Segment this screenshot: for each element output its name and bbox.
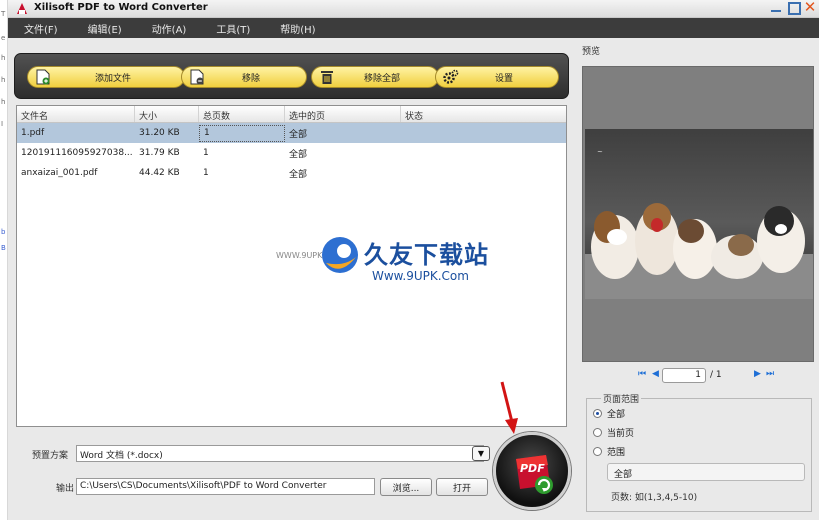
watermark-title: 久友下载站: [364, 241, 489, 269]
remove-all-label: 移除全部: [363, 73, 400, 84]
radio-button[interactable]: [593, 409, 602, 418]
desktop-background-strip: T e h h h I b B: [0, 0, 8, 520]
radio-current-page[interactable]: 当前页: [593, 426, 634, 439]
desktop-char: I: [1, 120, 4, 128]
output-path-field[interactable]: C:\Users\CS\Documents\Xilisoft\PDF to Wo…: [76, 478, 375, 495]
page-number-input[interactable]: 1: [662, 368, 706, 383]
gear-icon: [442, 68, 460, 86]
cell-filename: anxaizai_001.pdf: [21, 168, 98, 178]
cell-total-pages[interactable]: 1: [199, 148, 285, 158]
range-hint: 页数: 如(1,3,4,5-10): [611, 493, 698, 503]
cell-filename: 1.pdf: [21, 128, 45, 138]
radio-label: 当前页: [607, 429, 635, 439]
table-row[interactable]: 1.pdf 31.20 KB 1 全部: [17, 123, 566, 143]
column-header-size[interactable]: 大小: [135, 106, 199, 122]
page-total: / 1: [710, 370, 722, 380]
desktop-char: e: [1, 34, 6, 42]
radio-button[interactable]: [593, 447, 602, 456]
add-file-icon: [34, 68, 52, 86]
title-bar: Xilisoft PDF to Word Converter ✕: [8, 0, 819, 18]
svg-text:~: ~: [597, 148, 603, 156]
desktop-char: T: [1, 10, 6, 18]
desktop-char: h: [1, 54, 6, 62]
menu-tools[interactable]: 工具(T): [216, 21, 250, 36]
cell-selected-pages: 全部: [289, 129, 308, 140]
menu-file[interactable]: 文件(F): [24, 21, 58, 36]
maximize-icon[interactable]: [786, 0, 801, 15]
red-arrow-annotation: [500, 381, 518, 434]
menu-bar: 文件(F) 编辑(E) 动作(A) 工具(T) 帮助(H): [8, 18, 819, 38]
next-page-icon[interactable]: ▶: [754, 369, 761, 379]
desktop-char: b: [1, 228, 6, 236]
range-input[interactable]: 全部: [607, 463, 805, 481]
window-title: Xilisoft PDF to Word Converter: [34, 2, 208, 13]
convert-button[interactable]: PDF: [493, 432, 571, 510]
open-button[interactable]: 打开: [436, 478, 488, 496]
add-file-label: 添加文件: [94, 73, 131, 84]
close-icon[interactable]: ✕: [803, 0, 817, 15]
cell-selected-pages: 全部: [289, 149, 308, 160]
radio-all[interactable]: 全部: [593, 407, 625, 420]
table-row[interactable]: 120191116095927038... 31.79 KB 1 全部: [17, 143, 566, 163]
preset-select[interactable]: Word 文档 (*.docx): [76, 445, 484, 462]
desktop-char: h: [1, 76, 6, 84]
cell-selected-pages: 全部: [289, 169, 308, 180]
column-header-total-pages[interactable]: 总页数: [199, 106, 285, 122]
table-header: 文件名 大小 总页数 选中的页 状态: [17, 106, 566, 123]
prev-page-icon[interactable]: ◀: [652, 369, 659, 379]
menu-edit[interactable]: 编辑(E): [88, 21, 122, 36]
browse-button[interactable]: 浏览...: [380, 478, 432, 496]
column-header-filename[interactable]: 文件名: [17, 106, 135, 122]
add-file-button[interactable]: 添加文件: [27, 66, 185, 88]
cell-total-pages[interactable]: 1: [199, 168, 285, 178]
column-header-status[interactable]: 状态: [401, 106, 561, 122]
page-range-group: 页面范围 全部 当前页 范围 全部 页数: 如(1,3,4,5-10): [586, 392, 812, 512]
table-row[interactable]: anxaizai_001.pdf 44.42 KB 1 全部: [17, 163, 566, 183]
desktop-char: h: [1, 98, 6, 106]
minimize-icon[interactable]: [769, 0, 783, 14]
main-toolbar: 添加文件 移除 移除全部 设置: [14, 53, 569, 99]
remove-file-icon: [188, 68, 206, 86]
watermark-logo-icon: [322, 237, 358, 273]
radio-range[interactable]: 范围: [593, 445, 625, 458]
output-settings: 预置方案 Word 文档 (*.docx) ▼ 输出 C:\Users\CS\D…: [16, 432, 567, 518]
remove-all-button[interactable]: 移除全部: [311, 66, 439, 88]
preset-label: 预置方案: [32, 451, 69, 461]
remove-button[interactable]: 移除: [181, 66, 307, 88]
settings-button[interactable]: 设置: [435, 66, 559, 88]
page-range-legend: 页面范围: [601, 392, 642, 405]
cell-size: 44.42 KB: [139, 168, 180, 178]
column-header-selected-pages[interactable]: 选中的页: [285, 106, 401, 122]
cell-size: 31.79 KB: [139, 148, 180, 158]
preview-title: 预览: [582, 47, 601, 57]
radio-button[interactable]: [593, 428, 602, 437]
app-window: Xilisoft PDF to Word Converter ✕ 文件(F) 编…: [8, 0, 819, 520]
chevron-down-icon[interactable]: ▼: [472, 446, 490, 461]
app-logo-icon: [17, 3, 27, 14]
preview-panel: ~: [582, 66, 814, 362]
first-page-icon[interactable]: ⏮: [638, 369, 646, 379]
page-navigation: ⏮ ◀ 1 / 1 ▶ ⏭: [582, 366, 814, 386]
last-page-icon[interactable]: ⏭: [766, 369, 774, 379]
watermark-url: Www.9UPK.Com: [372, 269, 469, 283]
radio-label: 全部: [607, 410, 626, 420]
site-watermark: WWW.9UPK.COM 久友下载站 Www.9UPK.Com: [276, 213, 522, 306]
menu-help[interactable]: 帮助(H): [280, 21, 315, 36]
preview-image: ~: [585, 129, 813, 299]
menu-action[interactable]: 动作(A): [152, 21, 187, 36]
cell-size: 31.20 KB: [139, 128, 180, 138]
trash-icon: [318, 68, 336, 86]
radio-label: 范围: [607, 448, 626, 458]
settings-label: 设置: [494, 73, 513, 84]
pdf-label: PDF: [520, 462, 545, 475]
desktop-char: B: [1, 244, 6, 252]
output-label: 输出: [56, 484, 75, 494]
cell-filename: 120191116095927038...: [21, 148, 133, 158]
remove-label: 移除: [241, 73, 260, 84]
cell-total-pages[interactable]: 1: [199, 124, 285, 142]
